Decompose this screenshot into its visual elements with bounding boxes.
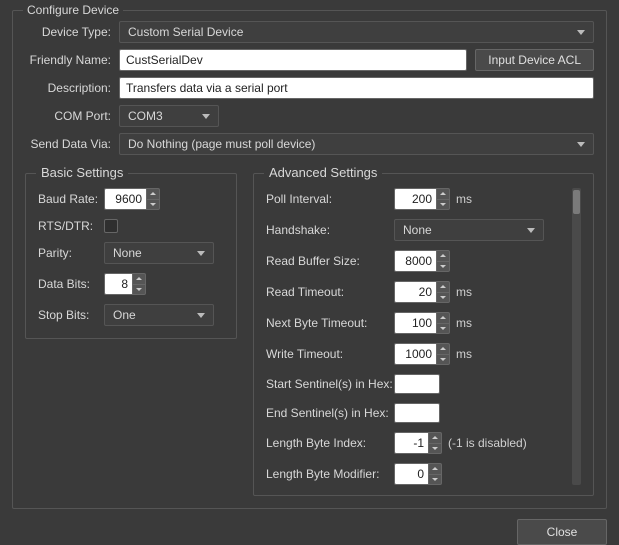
next-byte-timeout-input[interactable]	[394, 312, 436, 334]
length-byte-index-up[interactable]	[428, 432, 442, 443]
next-byte-timeout-unit: ms	[456, 316, 472, 330]
length-byte-index-down[interactable]	[428, 443, 442, 455]
read-timeout-down[interactable]	[436, 292, 450, 304]
poll-interval-spinner[interactable]	[394, 188, 450, 210]
poll-interval-unit: ms	[456, 192, 472, 206]
poll-interval-input[interactable]	[394, 188, 436, 210]
com-port-value: COM3	[128, 109, 163, 123]
advanced-scrollbar[interactable]	[572, 188, 581, 485]
read-timeout-spinner[interactable]	[394, 281, 450, 303]
description-input[interactable]	[119, 77, 594, 99]
length-byte-modifier-spinner[interactable]	[394, 463, 442, 485]
stop-bits-value: One	[113, 308, 136, 322]
description-label: Description:	[25, 81, 119, 95]
stop-bits-label: Stop Bits:	[38, 308, 104, 322]
read-buffer-size-label: Read Buffer Size:	[266, 254, 394, 268]
data-bits-up[interactable]	[132, 273, 146, 284]
write-timeout-down[interactable]	[436, 354, 450, 366]
advanced-settings-group: Advanced Settings Poll Interval: ms	[253, 173, 594, 496]
friendly-name-input[interactable]	[119, 49, 467, 71]
read-timeout-input[interactable]	[394, 281, 436, 303]
device-type-value: Custom Serial Device	[128, 25, 243, 39]
friendly-name-label: Friendly Name:	[25, 53, 119, 67]
rts-dtr-label: RTS/DTR:	[38, 219, 104, 233]
poll-interval-down[interactable]	[436, 199, 450, 211]
start-sentinel-input[interactable]	[394, 374, 440, 394]
parity-label: Parity:	[38, 246, 104, 260]
next-byte-timeout-label: Next Byte Timeout:	[266, 316, 394, 330]
group-title: Configure Device	[23, 3, 123, 17]
configure-device-dialog: Configure Device Device Type: Custom Ser…	[0, 0, 619, 507]
data-bits-down[interactable]	[132, 284, 146, 296]
length-byte-modifier-down[interactable]	[428, 474, 442, 486]
send-data-via-value: Do Nothing (page must poll device)	[128, 137, 315, 151]
write-timeout-up[interactable]	[436, 343, 450, 354]
baud-rate-up[interactable]	[146, 188, 160, 199]
configure-device-group: Configure Device Device Type: Custom Ser…	[12, 10, 607, 509]
poll-interval-up[interactable]	[436, 188, 450, 199]
baud-rate-input[interactable]	[104, 188, 146, 210]
handshake-select[interactable]: None	[394, 219, 544, 241]
length-byte-index-label: Length Byte Index:	[266, 436, 394, 450]
length-byte-index-hint: (-1 is disabled)	[448, 436, 527, 450]
baud-rate-spinner[interactable]	[104, 188, 160, 210]
com-port-label: COM Port:	[25, 109, 119, 123]
write-timeout-label: Write Timeout:	[266, 347, 394, 361]
handshake-value: None	[403, 223, 432, 237]
read-timeout-up[interactable]	[436, 281, 450, 292]
end-sentinel-label: End Sentinel(s) in Hex:	[266, 406, 394, 420]
length-byte-modifier-input[interactable]	[394, 463, 428, 485]
read-buffer-size-spinner[interactable]	[394, 250, 450, 272]
next-byte-timeout-spinner[interactable]	[394, 312, 450, 334]
read-buffer-size-down[interactable]	[436, 261, 450, 273]
write-timeout-spinner[interactable]	[394, 343, 450, 365]
close-button[interactable]: Close	[517, 519, 607, 545]
baud-rate-down[interactable]	[146, 199, 160, 211]
start-sentinel-label: Start Sentinel(s) in Hex:	[266, 377, 394, 391]
length-byte-modifier-up[interactable]	[428, 463, 442, 474]
com-port-select[interactable]: COM3	[119, 105, 219, 127]
device-type-label: Device Type:	[25, 25, 119, 39]
read-buffer-size-input[interactable]	[394, 250, 436, 272]
basic-settings-legend: Basic Settings	[36, 165, 128, 180]
next-byte-timeout-down[interactable]	[436, 323, 450, 335]
length-byte-modifier-label: Length Byte Modifier:	[266, 467, 394, 481]
basic-settings-group: Basic Settings Baud Rate: RTS/DTR:	[25, 173, 237, 339]
advanced-settings-legend: Advanced Settings	[264, 165, 382, 180]
device-type-select[interactable]: Custom Serial Device	[119, 21, 594, 43]
handshake-label: Handshake:	[266, 223, 394, 237]
send-data-via-label: Send Data Via:	[25, 137, 119, 151]
data-bits-label: Data Bits:	[38, 277, 104, 291]
stop-bits-select[interactable]: One	[104, 304, 214, 326]
parity-select[interactable]: None	[104, 242, 214, 264]
data-bits-spinner[interactable]	[104, 273, 146, 295]
end-sentinel-input[interactable]	[394, 403, 440, 423]
read-buffer-size-up[interactable]	[436, 250, 450, 261]
next-byte-timeout-up[interactable]	[436, 312, 450, 323]
send-data-via-select[interactable]: Do Nothing (page must poll device)	[119, 133, 594, 155]
baud-rate-label: Baud Rate:	[38, 192, 104, 206]
length-byte-index-spinner[interactable]	[394, 432, 442, 454]
write-timeout-unit: ms	[456, 347, 472, 361]
read-timeout-label: Read Timeout:	[266, 285, 394, 299]
input-device-acl-button[interactable]: Input Device ACL	[475, 49, 594, 71]
read-timeout-unit: ms	[456, 285, 472, 299]
write-timeout-input[interactable]	[394, 343, 436, 365]
length-byte-index-input[interactable]	[394, 432, 428, 454]
rts-dtr-checkbox[interactable]	[104, 219, 118, 233]
parity-value: None	[113, 246, 142, 260]
poll-interval-label: Poll Interval:	[266, 192, 394, 206]
data-bits-input[interactable]	[104, 273, 132, 295]
